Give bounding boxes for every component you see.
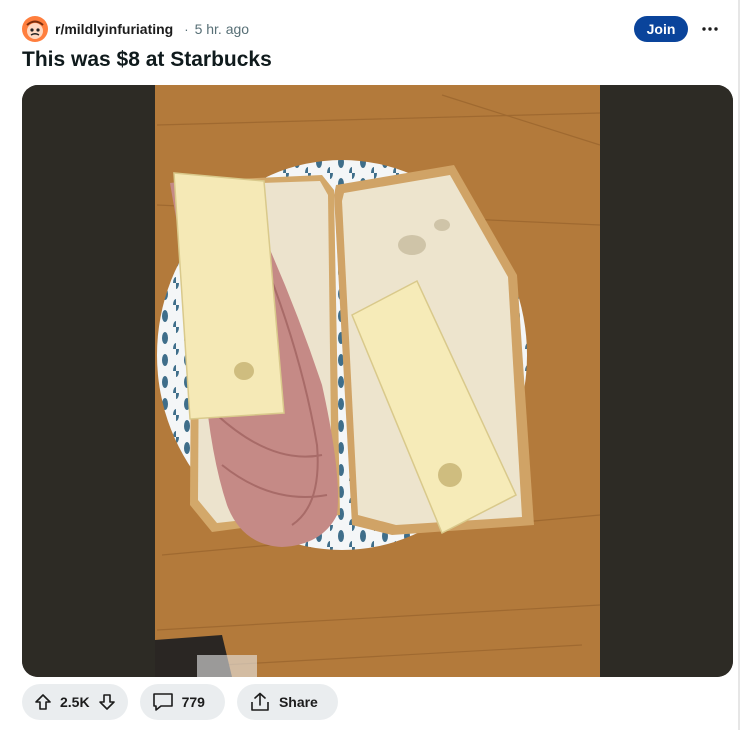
vote-count: 2.5K: [60, 694, 90, 710]
comments-button[interactable]: 779: [139, 684, 225, 720]
subreddit-avatar[interactable]: [22, 16, 48, 42]
downvote-button[interactable]: [98, 693, 116, 711]
comment-count: 779: [181, 694, 205, 710]
face-icon: [26, 20, 44, 39]
post-media[interactable]: [22, 85, 733, 677]
arrow-down-icon: [98, 694, 115, 710]
speech-bubble-icon: [152, 693, 173, 711]
post-actions: 2.5K 779 Share: [22, 684, 338, 720]
separator-dot: ·: [184, 21, 189, 37]
upvote-button[interactable]: [34, 693, 52, 711]
subreddit-name[interactable]: r/mildlyinfuriating: [55, 21, 173, 37]
share-label: Share: [278, 694, 318, 710]
more-options-button[interactable]: [694, 13, 726, 45]
share-icon: [251, 692, 269, 711]
sandwich-photo: [22, 85, 733, 677]
arrow-up-icon: [35, 694, 51, 710]
post-header: r/mildlyinfuriating · 5 hr. ago Join: [22, 14, 726, 44]
post-time: 5 hr. ago: [194, 21, 250, 37]
share-button[interactable]: Share: [236, 684, 338, 720]
ellipsis-icon: [702, 27, 718, 31]
post-title[interactable]: This was $8 at Starbucks: [22, 48, 272, 72]
vote-pill: 2.5K: [22, 684, 128, 720]
join-button[interactable]: Join: [634, 16, 688, 42]
